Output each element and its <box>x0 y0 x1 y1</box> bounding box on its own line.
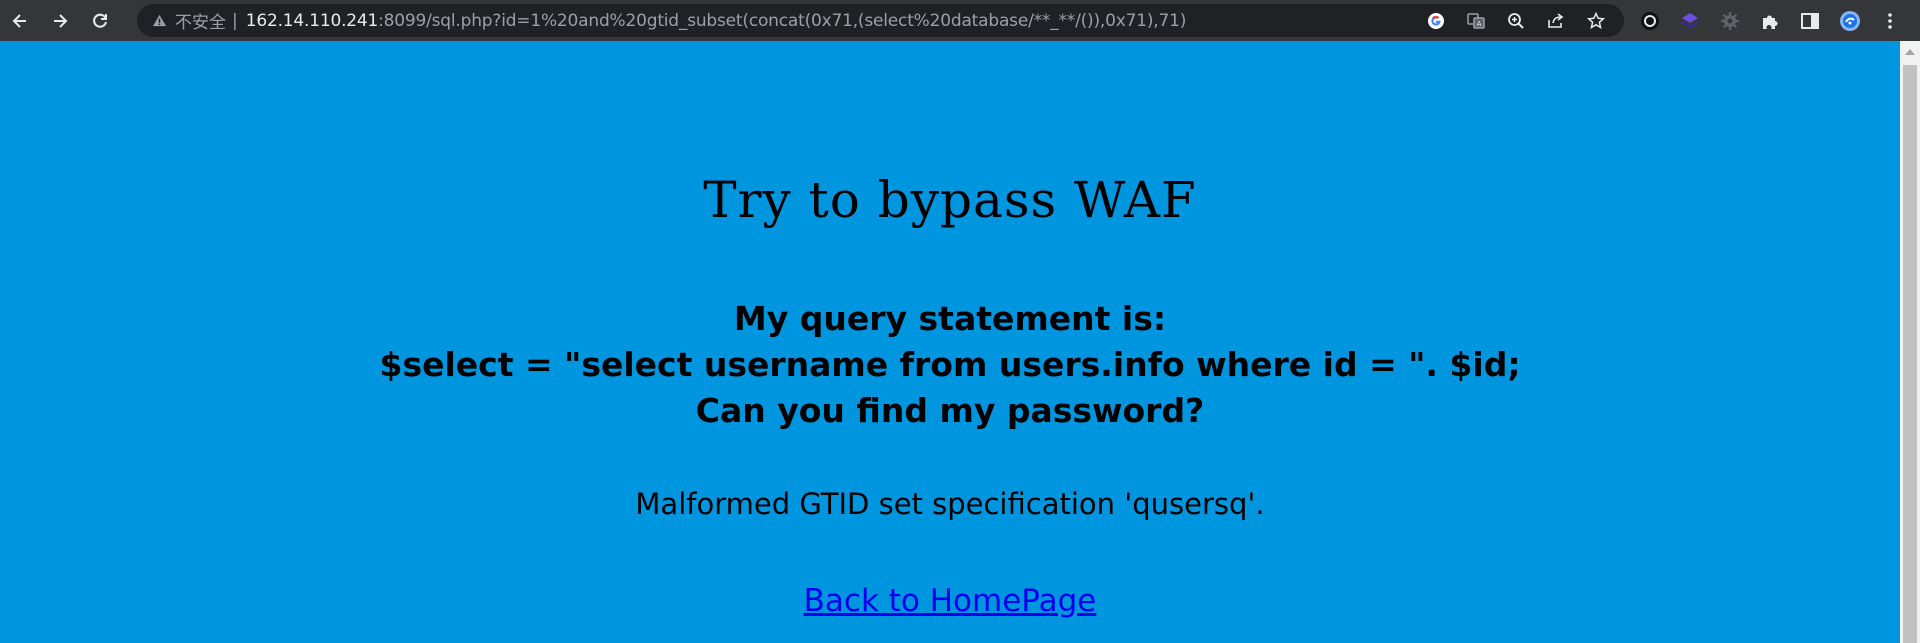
page-title: Try to bypass WAF <box>703 171 1197 229</box>
reload-icon <box>93 13 107 28</box>
warning-icon[interactable] <box>151 13 167 29</box>
bookmark-star-icon[interactable] <box>1576 4 1616 37</box>
back-link-container: Back to HomePage <box>0 583 1900 619</box>
extension-gear-icon[interactable] <box>1710 0 1750 41</box>
vertical-scrollbar[interactable] <box>1900 41 1920 643</box>
scroll-up-arrow-icon[interactable] <box>1905 49 1915 55</box>
page-content: Try to bypass WAF My query statement is:… <box>0 41 1900 643</box>
google-icon[interactable] <box>1416 4 1456 37</box>
url-separator: | <box>232 10 238 31</box>
query-question: Can you find my password? <box>695 391 1205 430</box>
query-statement: My query statement is: $select = "select… <box>0 296 1900 434</box>
url-path: :8099/sql.php?id=1%20and%20gtid_subset(c… <box>378 10 1187 31</box>
puzzle-icon[interactable] <box>1750 0 1790 41</box>
insecure-label[interactable]: 不安全 <box>175 8 226 33</box>
sql-error-message: Malformed GTID set specification 'qusers… <box>635 487 1265 521</box>
extension-circle-icon[interactable] <box>1630 0 1670 41</box>
more-menu-icon[interactable] <box>1870 0 1910 41</box>
forward-arrow-icon <box>54 13 68 28</box>
address-bar[interactable]: 不安全 | 162.14.110.241:8099/sql.php?id=1%2… <box>137 4 1624 37</box>
back-button[interactable] <box>0 0 40 41</box>
side-panel-icon[interactable] <box>1790 0 1830 41</box>
svg-text:A: A <box>1477 20 1482 28</box>
query-heading: My query statement is: <box>733 299 1167 338</box>
reload-button[interactable] <box>80 0 120 41</box>
forward-button[interactable] <box>40 0 80 41</box>
url-text[interactable]: 162.14.110.241:8099/sql.php?id=1%20and%2… <box>245 10 1187 31</box>
zoom-icon[interactable] <box>1496 4 1536 37</box>
extension-cube-icon[interactable] <box>1670 0 1710 41</box>
translate-icon[interactable]: A <box>1456 4 1496 37</box>
back-arrow-icon <box>12 13 26 28</box>
scroll-thumb[interactable] <box>1903 65 1917 643</box>
browser-toolbar: 不安全 | 162.14.110.241:8099/sql.php?id=1%2… <box>0 0 1920 41</box>
query-code: $select = "select username from users.in… <box>379 345 1521 384</box>
url-host: 162.14.110.241 <box>245 10 379 31</box>
profile-avatar-icon[interactable] <box>1830 0 1870 41</box>
back-to-homepage-link[interactable]: Back to HomePage <box>804 583 1097 619</box>
extensions-area <box>1630 0 1910 41</box>
share-icon[interactable] <box>1536 4 1576 37</box>
omnibox-actions: A <box>1416 4 1616 37</box>
